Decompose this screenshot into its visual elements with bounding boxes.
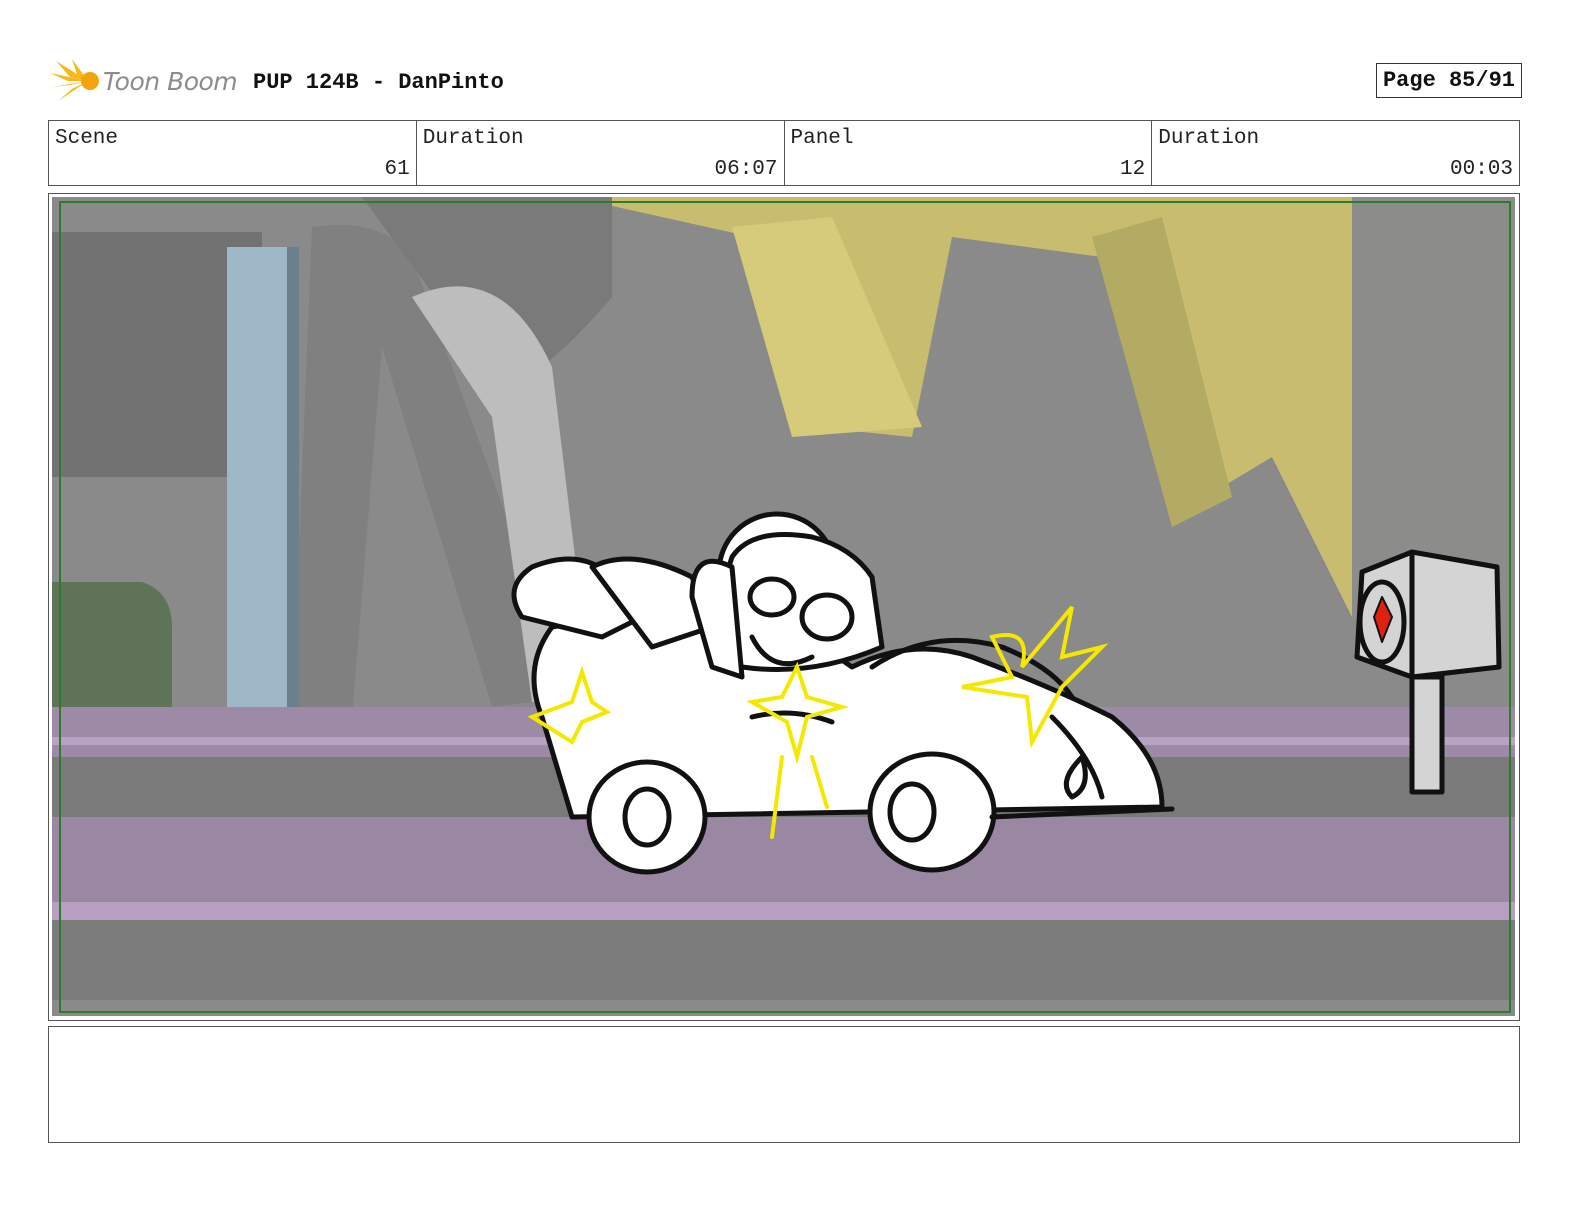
panel-label: Panel bbox=[790, 127, 854, 150]
page-header: Toon Boom PUP 124B - DanPinto Page 85/91 bbox=[48, 55, 1522, 105]
panel-cell: Panel 12 bbox=[785, 121, 1153, 185]
scene-duration-label: Duration bbox=[422, 127, 524, 150]
logo-text: Toon Boom bbox=[103, 67, 238, 96]
road-bottom bbox=[52, 920, 1515, 1000]
scene-label: Scene bbox=[55, 127, 119, 150]
panel-value: 12 bbox=[1120, 158, 1146, 181]
green-bush bbox=[52, 582, 172, 717]
document-title: PUP 124B - DanPinto bbox=[253, 70, 504, 95]
page-number: Page 85/91 bbox=[1375, 63, 1522, 98]
toon-boom-logo: Toon Boom bbox=[48, 57, 238, 105]
panel-duration-cell: Duration 00:03 bbox=[1152, 121, 1519, 185]
panel-duration-value: 00:03 bbox=[1449, 158, 1513, 181]
scene-info-table: Scene 61 Duration 06:07 Panel 12 Duratio… bbox=[48, 120, 1520, 186]
road-stripe-highlight bbox=[52, 902, 1515, 920]
starburst-icon bbox=[50, 59, 99, 101]
scene-value: 61 bbox=[384, 158, 410, 181]
storyboard-panel bbox=[48, 193, 1520, 1021]
scene-duration-cell: Duration 06:07 bbox=[417, 121, 785, 185]
panel-duration-label: Duration bbox=[1158, 127, 1260, 150]
scene-cell: Scene 61 bbox=[49, 121, 417, 185]
scene-duration-value: 06:07 bbox=[714, 158, 778, 181]
panel-drawing bbox=[52, 197, 1515, 1016]
panel-notes[interactable] bbox=[48, 1026, 1520, 1143]
